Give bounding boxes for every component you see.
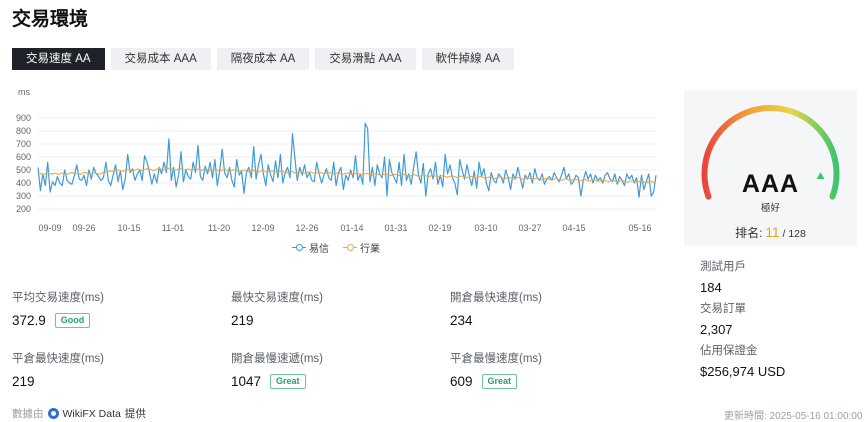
stat-label: 平均交易速度(ms) [12, 292, 104, 304]
source-brand[interactable]: WikiFX Data [63, 408, 121, 420]
rating-panel: AAA 極好 排名: 11/ 128 [684, 90, 857, 246]
legend-broker-marker [292, 244, 306, 252]
great-badge: Great [270, 374, 306, 389]
x-tick-label: 11-01 [162, 223, 184, 233]
rating-grade-sub: 極好 [760, 203, 780, 214]
stat-slowest-close: 平倉最慢速度(ms) 609 Great [450, 350, 542, 389]
tab-trading-speed[interactable]: 交易速度 AA [12, 48, 105, 70]
stat-avg-speed: 平均交易速度(ms) 372.9 Good [12, 289, 104, 328]
y-tick-label: 200 [16, 204, 31, 214]
page-title: 交易環境 [12, 9, 89, 30]
updated-time: 2025-05-16 01:00:00 [769, 411, 863, 422]
legend-industry-marker [343, 244, 357, 252]
stat-fastest-speed: 最快交易速度(ms) 219 [231, 289, 323, 328]
side-stat-label: 佔用保證金 [700, 345, 758, 357]
wikifx-logo-icon [47, 408, 59, 419]
stat-value: 234 [450, 313, 473, 328]
source-suffix: 提供 [124, 408, 146, 420]
x-tick-label: 09-09 [38, 223, 61, 233]
speed-line-chart: ms 200 300 400 500 600 700 800 900 09-09 09-26 10-1… [16, 87, 657, 233]
x-tick-label: 04-15 [562, 223, 585, 233]
legend-broker-label: 易信 [309, 244, 329, 255]
metric-tabs: 交易速度 AA 交易成本 AAA 隔夜成本 AA 交易滑點 AAA 軟件掉線 A… [12, 48, 515, 70]
stat-label: 開倉最慢速遞(ms) [231, 353, 323, 365]
tab-trading-slippage[interactable]: 交易滑點 AAA [315, 48, 416, 70]
legend-item-industry[interactable]: 行業 [343, 240, 380, 255]
stat-value: 219 [12, 374, 35, 389]
side-stat-value: 184 [700, 280, 722, 295]
y-unit-label: ms [18, 87, 30, 97]
x-tick-label: 02-19 [428, 223, 451, 233]
side-stat-margin: 佔用保證金 $256,974 USD [700, 342, 785, 379]
updated-label: 更新時間: [724, 411, 767, 422]
great-badge: Great [481, 374, 518, 389]
stat-fastest-close: 平倉最快速度(ms) 219 [12, 350, 104, 389]
y-tick-label: 900 [16, 113, 31, 123]
rating-grade: AAA [741, 170, 800, 198]
x-tick-label: 03-10 [474, 223, 497, 233]
series-line-broker [37, 122, 657, 198]
stat-label: 平倉最慢速度(ms) [450, 353, 542, 365]
y-tick-label: 300 [16, 191, 31, 201]
side-stat-value: $256,974 USD [700, 364, 786, 379]
legend-industry-label: 行業 [360, 244, 380, 255]
side-stat-orders: 交易訂單 2,307 [700, 300, 746, 337]
stat-value: 609 [450, 374, 473, 389]
stat-label: 開倉最快速度(ms) [450, 292, 542, 304]
side-stat-value: 2,307 [700, 322, 733, 337]
x-tick-label: 10-15 [117, 223, 140, 233]
tab-overnight-cost[interactable]: 隔夜成本 AA [216, 48, 310, 70]
stat-value: 1047 [231, 374, 262, 389]
side-stat-test-users: 測試用戶 184 [700, 258, 746, 295]
y-tick-label: 800 [16, 126, 31, 136]
good-badge: Good [54, 313, 91, 328]
y-tick-label: 600 [16, 152, 31, 162]
tab-software-disconnect[interactable]: 軟件掉線 AA [421, 48, 515, 70]
chart-legend: 易信 行業 [292, 240, 380, 255]
rank-value: 11 [765, 225, 780, 240]
source-prefix: 數據由 [12, 408, 44, 420]
x-tick-label: 03-27 [518, 223, 541, 233]
x-tick-label: 01-14 [340, 223, 363, 233]
x-tick-label: 09-26 [72, 223, 95, 233]
x-tick-label: 05-16 [628, 223, 651, 233]
rank-row: 排名: 11/ 128 [684, 224, 857, 241]
stat-fastest-open: 開倉最快速度(ms) 234 [450, 289, 542, 328]
stat-value: 372.9 [12, 313, 46, 328]
stat-value: 219 [231, 313, 254, 328]
rank-label: 排名: [735, 226, 763, 240]
legend-item-broker[interactable]: 易信 [292, 240, 329, 255]
side-stat-label: 測試用戶 [700, 261, 746, 273]
tab-trading-cost[interactable]: 交易成本 AAA [110, 48, 211, 70]
stat-slowest-open: 開倉最慢速遞(ms) 1047 Great [231, 350, 323, 389]
x-tick-label: 01-31 [384, 223, 407, 233]
data-source: 數據由 WikiFX Data 提供 [12, 406, 146, 421]
stat-label: 平倉最快速度(ms) [12, 353, 104, 365]
rank-total: / 128 [782, 228, 806, 240]
y-tick-label: 500 [16, 165, 31, 175]
y-tick-label: 700 [16, 139, 31, 149]
x-tick-label: 12-26 [295, 223, 318, 233]
side-stat-label: 交易訂單 [700, 303, 746, 315]
y-tick-label: 400 [16, 178, 31, 188]
x-tick-label: 12-09 [251, 223, 274, 233]
x-tick-label: 11-20 [208, 223, 230, 233]
stat-label: 最快交易速度(ms) [231, 292, 323, 304]
